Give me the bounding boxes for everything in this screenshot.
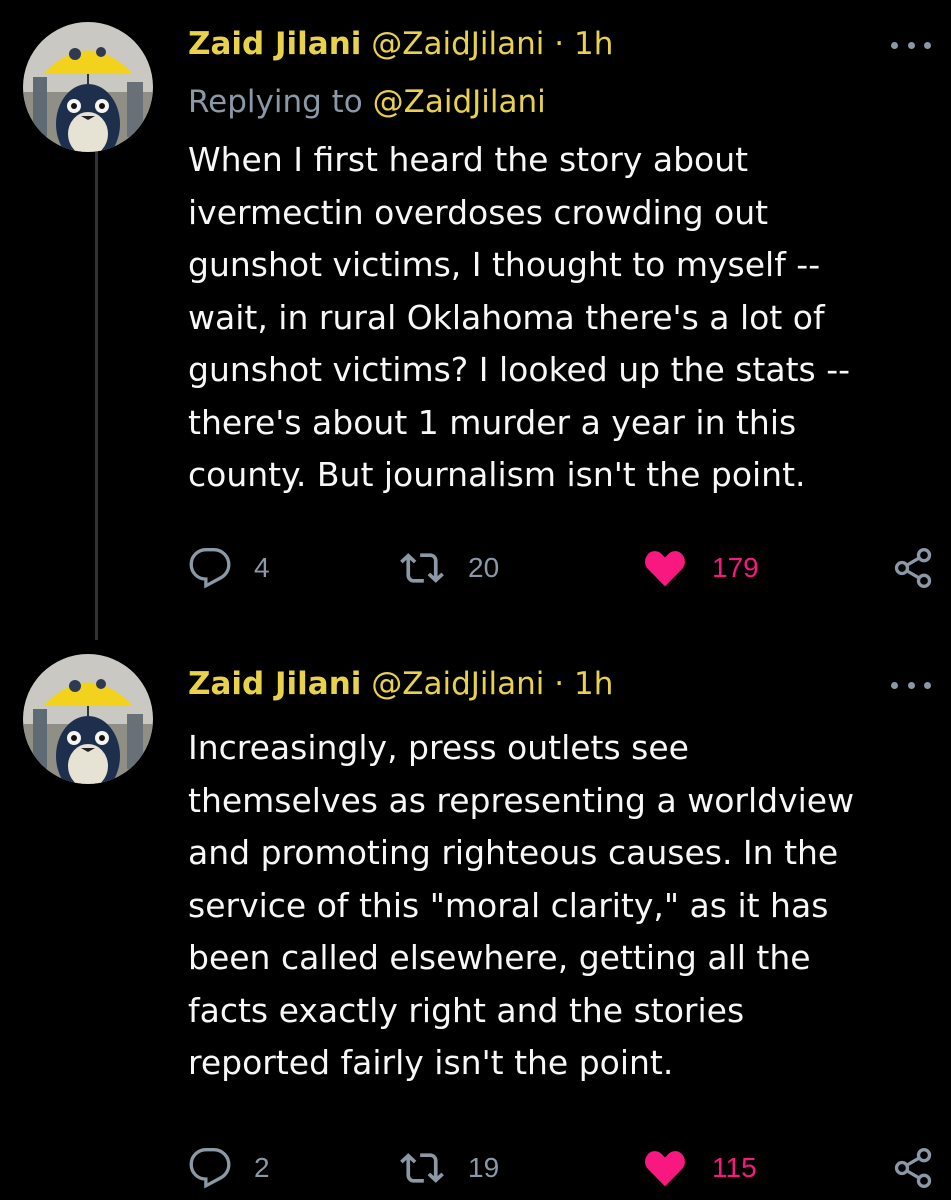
tweet-header: Zaid Jilani @ZaidJilani · 1h xyxy=(188,656,613,712)
more-icon[interactable] xyxy=(891,670,931,700)
share-icon xyxy=(894,1148,932,1188)
tweet-header: Zaid Jilani @ZaidJilani · 1h xyxy=(188,16,613,72)
tweet-text: When I first heard the story about iverm… xyxy=(188,140,851,494)
tweet-actions: 4 20 179 xyxy=(188,544,936,592)
retweet-icon xyxy=(400,553,444,583)
reply-icon xyxy=(189,1148,231,1189)
tweet[interactable]: Zaid Jilani @ZaidJilani · 1h Increasingl… xyxy=(0,640,951,1200)
author-handle[interactable]: @ZaidJilani xyxy=(371,26,544,62)
retweet-icon xyxy=(400,1153,444,1183)
author-name[interactable]: Zaid Jilani xyxy=(188,26,361,62)
more-icon[interactable] xyxy=(891,30,931,60)
retweet-count: 19 xyxy=(468,1152,500,1183)
retweet-button[interactable]: 20 xyxy=(398,544,499,592)
replying-to-line: Replying to @ZaidJilani xyxy=(188,76,546,128)
avatar[interactable] xyxy=(23,654,153,784)
share-icon xyxy=(894,548,932,588)
like-button[interactable]: 179 xyxy=(640,544,759,592)
retweet-button[interactable]: 19 xyxy=(398,1144,499,1192)
reply-button[interactable]: 2 xyxy=(188,1144,270,1192)
author-handle[interactable]: @ZaidJilani xyxy=(371,666,544,702)
tweet[interactable]: Zaid Jilani @ZaidJilani · 1h Replying to… xyxy=(0,0,951,620)
author-name[interactable]: Zaid Jilani xyxy=(188,666,361,702)
separator-dot: · xyxy=(554,666,565,702)
tweet-text: Increasingly, press outlets see themselv… xyxy=(188,728,855,1082)
reply-button[interactable]: 4 xyxy=(188,544,270,592)
like-count: 179 xyxy=(712,552,759,583)
heart-icon xyxy=(645,551,685,587)
reply-icon xyxy=(189,548,231,589)
replying-to-mention[interactable]: @ZaidJilani xyxy=(373,84,546,120)
tweet-actions: 2 19 115 xyxy=(188,1144,936,1192)
heart-icon xyxy=(645,1151,685,1187)
share-button[interactable] xyxy=(890,1144,936,1192)
like-button[interactable]: 115 xyxy=(640,1144,757,1192)
retweet-count: 20 xyxy=(468,552,500,583)
timestamp[interactable]: 1h xyxy=(574,666,613,702)
timestamp[interactable]: 1h xyxy=(574,26,613,62)
like-count: 115 xyxy=(712,1152,757,1183)
separator-dot: · xyxy=(554,26,565,62)
reply-count: 2 xyxy=(254,1152,270,1183)
avatar[interactable] xyxy=(23,22,153,152)
reply-count: 4 xyxy=(254,552,270,583)
share-button[interactable] xyxy=(890,544,936,592)
replying-to-label: Replying to xyxy=(188,84,363,120)
